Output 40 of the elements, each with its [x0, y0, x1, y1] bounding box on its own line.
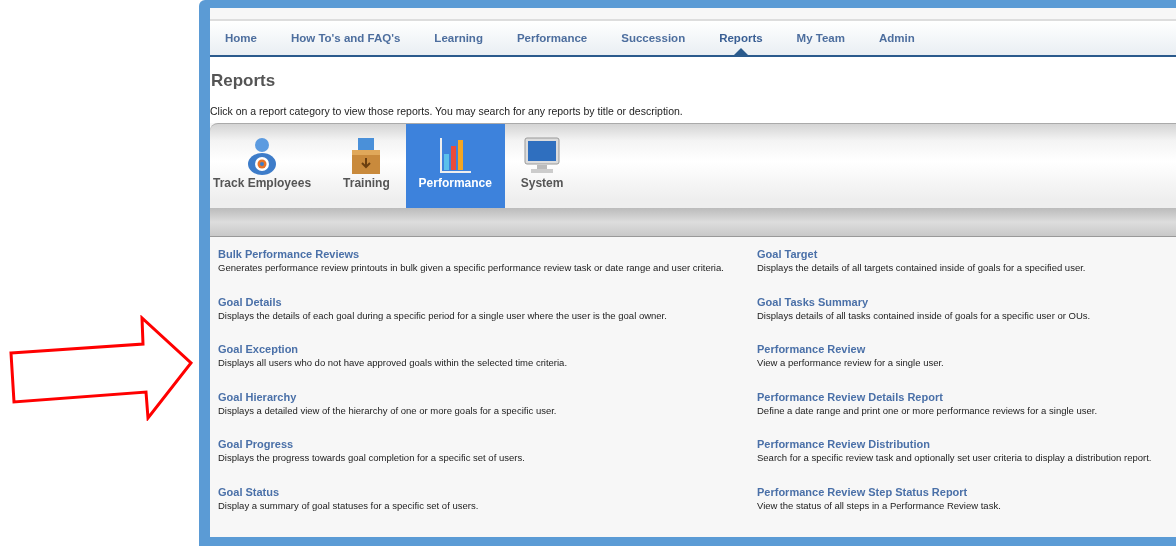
report-description: Search for a specific review task and optionally set user criteria to display a distribution report. [757, 451, 1153, 464]
nav-tab[interactable]: Performance [516, 21, 588, 55]
page-title: Reports [211, 71, 277, 92]
report-link[interactable]: Performance Review Step Status Report [757, 484, 1176, 499]
category-tab[interactable]: Track Employees [210, 124, 328, 208]
report-link[interactable]: Performance Review Details Report [757, 389, 1176, 404]
report-link[interactable]: Goal Progress [218, 437, 757, 451]
nav-tab[interactable]: Succession [621, 21, 686, 55]
report-link[interactable]: Goal Hierarchy [218, 389, 757, 404]
nav-tab[interactable]: My Team [796, 21, 845, 55]
report-link[interactable]: Performance Review Distribution [757, 437, 1176, 451]
bar-chart-icon [438, 136, 473, 176]
report-description: Displays all users who do not have approved goals within the selected time criteria. [218, 356, 569, 369]
report-description: Displays the details of all targets contained inside of goals for a specified user. [757, 261, 1087, 274]
box-icon [350, 136, 383, 176]
report-description: View a performance review for a single user. [757, 356, 945, 369]
nav-tab[interactable]: Home [225, 21, 257, 55]
report-description: Display a summary of goal statuses for a specific set of users. [218, 498, 480, 512]
nav-tab[interactable]: Learning [434, 21, 483, 55]
category-tab[interactable]: System [504, 124, 580, 208]
report-link[interactable]: Goal Target [757, 247, 1176, 261]
report-link[interactable]: Goal Details [218, 294, 757, 309]
report-link[interactable]: Goal Tasks Summary [757, 294, 1176, 309]
intro-text: Click on a report category to view those reports. You may search for any reports by title or description. [210, 105, 684, 119]
report-description: Displays a detailed view of the hierarchy of one or more goals for a specific user. [218, 403, 558, 417]
nav-tab[interactable]: Admin [878, 21, 915, 55]
report-link[interactable]: Goal Status [218, 484, 757, 499]
report-description: Define a date range and print one or more performance reviews for a single user. [757, 403, 1099, 417]
report-description: Displays the progress towards goal completion for a specific set of users. [218, 451, 526, 464]
report-description: Generates performance review printouts in bulk given a specific performance review task or date range and user criteria. [218, 261, 725, 274]
report-link[interactable]: Bulk Performance Reviews [218, 247, 757, 261]
nav-tab[interactable]: How To's and FAQ's [290, 21, 401, 55]
category-tab[interactable]: Training [327, 124, 406, 208]
report-description: Displays the details of each goal during a specific period for a single user where the user is the goal owner. [218, 308, 668, 322]
category-tab[interactable]: Performance [405, 124, 505, 208]
monitor-icon [523, 136, 562, 176]
report-link[interactable]: Performance Review [757, 342, 1176, 356]
report-description: Displays details of all tasks contained inside of goals for a specific user or OUs. [757, 308, 1092, 322]
report-description: View the status of all steps in a Performance Review task. [757, 498, 1002, 512]
report-link[interactable]: Goal Exception [218, 342, 757, 356]
